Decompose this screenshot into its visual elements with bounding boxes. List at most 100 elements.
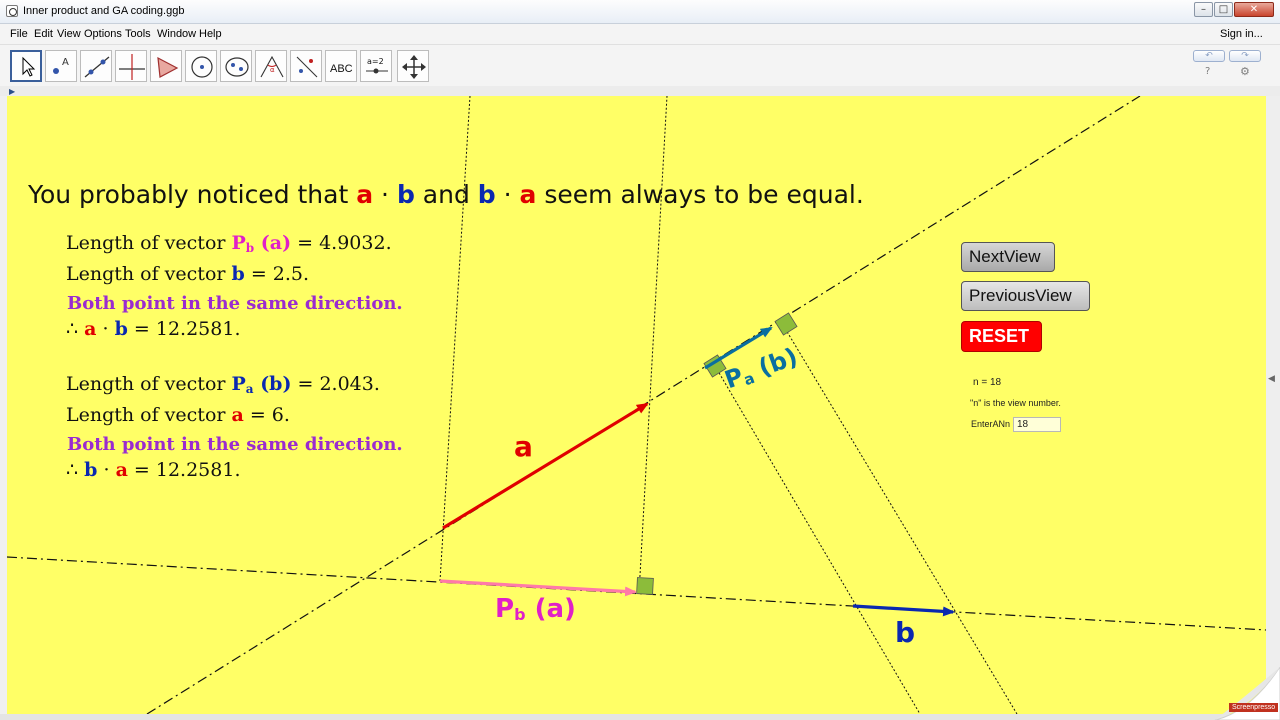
text-tool-button[interactable]: ABC <box>325 50 357 82</box>
heading-a: a <box>519 180 537 209</box>
minimize-button[interactable]: – <box>1194 2 1213 17</box>
menu-file[interactable]: File <box>10 28 28 40</box>
title-bar: Inner product and GA coding.ggb – □ ✕ <box>0 0 1280 24</box>
n-value-text: n = 18 <box>973 377 1002 388</box>
cursor-arrow-icon <box>22 56 36 77</box>
perpendicular-line-2[interactable] <box>638 96 668 594</box>
menu-edit[interactable]: Edit <box>34 28 53 40</box>
page-curl-icon <box>1214 667 1280 720</box>
svg-text:A: A <box>62 57 69 68</box>
slider-icon: a=2 <box>366 57 388 74</box>
dot-symbol: · <box>96 318 115 340</box>
text-sub: a <box>245 382 254 396</box>
heading-and: and <box>414 180 478 209</box>
graphics-view[interactable]: You probably noticed that a · b and b · … <box>7 96 1266 714</box>
expand-arrow-icon[interactable]: ▶ <box>9 87 15 96</box>
conic-tool-button[interactable] <box>220 50 252 82</box>
view-divider <box>0 86 1280 96</box>
text-part: Length of vector <box>66 373 232 395</box>
enter-n-label: EnterANn <box>971 419 1011 429</box>
previous-view-button[interactable]: PreviousView <box>961 281 1090 311</box>
pb-length-value: = 4.9032. <box>291 232 392 254</box>
n-caption-text: "n" is the view number. <box>970 398 1061 408</box>
heading-b: b <box>396 180 415 209</box>
text-sub: b <box>514 605 526 624</box>
line-icon <box>84 56 110 78</box>
enter-n-input[interactable]: 18 <box>1013 417 1061 432</box>
menu-options[interactable]: Options <box>84 28 122 40</box>
angle-tool-button[interactable]: α <box>255 50 287 82</box>
polygon-tool-button[interactable] <box>150 50 182 82</box>
vector-a[interactable] <box>442 402 649 530</box>
pb-length-text: Length of vector Pb (a) = 4.9032. <box>66 232 392 255</box>
perpendicular-line-tool-button[interactable] <box>115 50 147 82</box>
move-arrows-icon <box>402 55 426 79</box>
point-icon: A <box>53 57 69 74</box>
therefore-symbol: ∴ <box>66 318 85 340</box>
sign-in-link[interactable]: Sign in... <box>1220 28 1263 40</box>
menu-window[interactable]: Window <box>157 28 196 40</box>
redo-button[interactable]: ↷ <box>1229 50 1261 62</box>
close-button[interactable]: ✕ <box>1234 2 1274 17</box>
circle-icon <box>191 56 213 78</box>
heading-b: b <box>477 180 496 209</box>
text-part: (b) <box>253 373 292 395</box>
label-b[interactable]: b <box>895 616 915 649</box>
polygon-icon <box>157 56 179 78</box>
perpendicular-line-1[interactable] <box>439 96 471 582</box>
text-part: P <box>231 373 246 395</box>
circle-tool-button[interactable] <box>185 50 217 82</box>
menu-view[interactable]: View <box>57 28 81 40</box>
menu-help[interactable]: Help <box>199 28 222 40</box>
undo-button[interactable]: ↶ <box>1193 50 1225 62</box>
help-icon[interactable]: ? <box>1205 66 1210 77</box>
ellipse-icon <box>225 57 249 77</box>
heading-text: You probably noticed that a · b and b · … <box>28 180 864 209</box>
right-angle-marker <box>636 577 654 595</box>
heading-a: a <box>356 180 374 209</box>
text-part: P <box>231 232 246 254</box>
next-view-button[interactable]: NextView <box>961 242 1055 272</box>
text-part: P <box>495 594 515 624</box>
heading-part: seem always to be equal. <box>536 180 864 209</box>
geogebra-window: Inner product and GA coding.ggb – □ ✕ Fi… <box>0 0 1280 720</box>
vector-pb-a[interactable] <box>439 579 637 597</box>
maximize-button[interactable]: □ <box>1214 2 1233 17</box>
perpendicular-line-3[interactable] <box>714 365 921 714</box>
bottom-border <box>0 714 1280 720</box>
move-graphics-view-button[interactable] <box>397 50 429 82</box>
svg-text:α: α <box>270 66 275 74</box>
therefore-symbol: ∴ <box>66 459 85 481</box>
label-a[interactable]: a <box>514 430 533 463</box>
reset-button[interactable]: RESET <box>961 321 1042 352</box>
vector-b[interactable] <box>852 604 955 617</box>
text-part: (a) <box>254 232 292 254</box>
result-value: = 12.2581. <box>127 318 241 340</box>
result-value: = 12.2581. <box>127 459 241 481</box>
pa-symbol: Pa (b) <box>231 373 292 396</box>
menu-tools[interactable]: Tools <box>125 28 151 40</box>
point-tool-button[interactable]: A <box>45 50 77 82</box>
a-dot-b-result: ∴ a · b = 12.2581. <box>66 318 240 340</box>
move-tool-button[interactable] <box>10 50 42 82</box>
text-icon: ABC <box>330 63 353 75</box>
right-angle-marker <box>774 312 798 336</box>
slider-tool-button[interactable]: a=2 <box>360 50 392 82</box>
text-sub: b <box>245 241 255 255</box>
label-pb-a[interactable]: Pb (a) <box>495 594 576 624</box>
a-symbol: a <box>231 404 244 426</box>
settings-icon[interactable]: ⚙ <box>1240 65 1250 78</box>
menu-bar: File Edit View Options Tools Window Help… <box>0 24 1280 45</box>
b-dot-a-result: ∴ b · a = 12.2581. <box>66 459 240 481</box>
line-tool-button[interactable] <box>80 50 112 82</box>
pb-symbol: Pb (a) <box>231 232 292 255</box>
window-title: Inner product and GA coding.ggb <box>23 5 185 17</box>
svg-text:a=2: a=2 <box>367 57 384 66</box>
b-length-text: Length of vector b = 2.5. <box>66 263 309 285</box>
reflect-tool-button[interactable] <box>290 50 322 82</box>
text-part: Length of vector <box>66 232 232 254</box>
b-length-value: = 2.5. <box>244 263 310 285</box>
collapse-arrow-icon[interactable]: ◀ <box>1268 374 1275 384</box>
perpendicular-line-icon <box>119 54 145 80</box>
dot-symbol: · <box>97 459 116 481</box>
